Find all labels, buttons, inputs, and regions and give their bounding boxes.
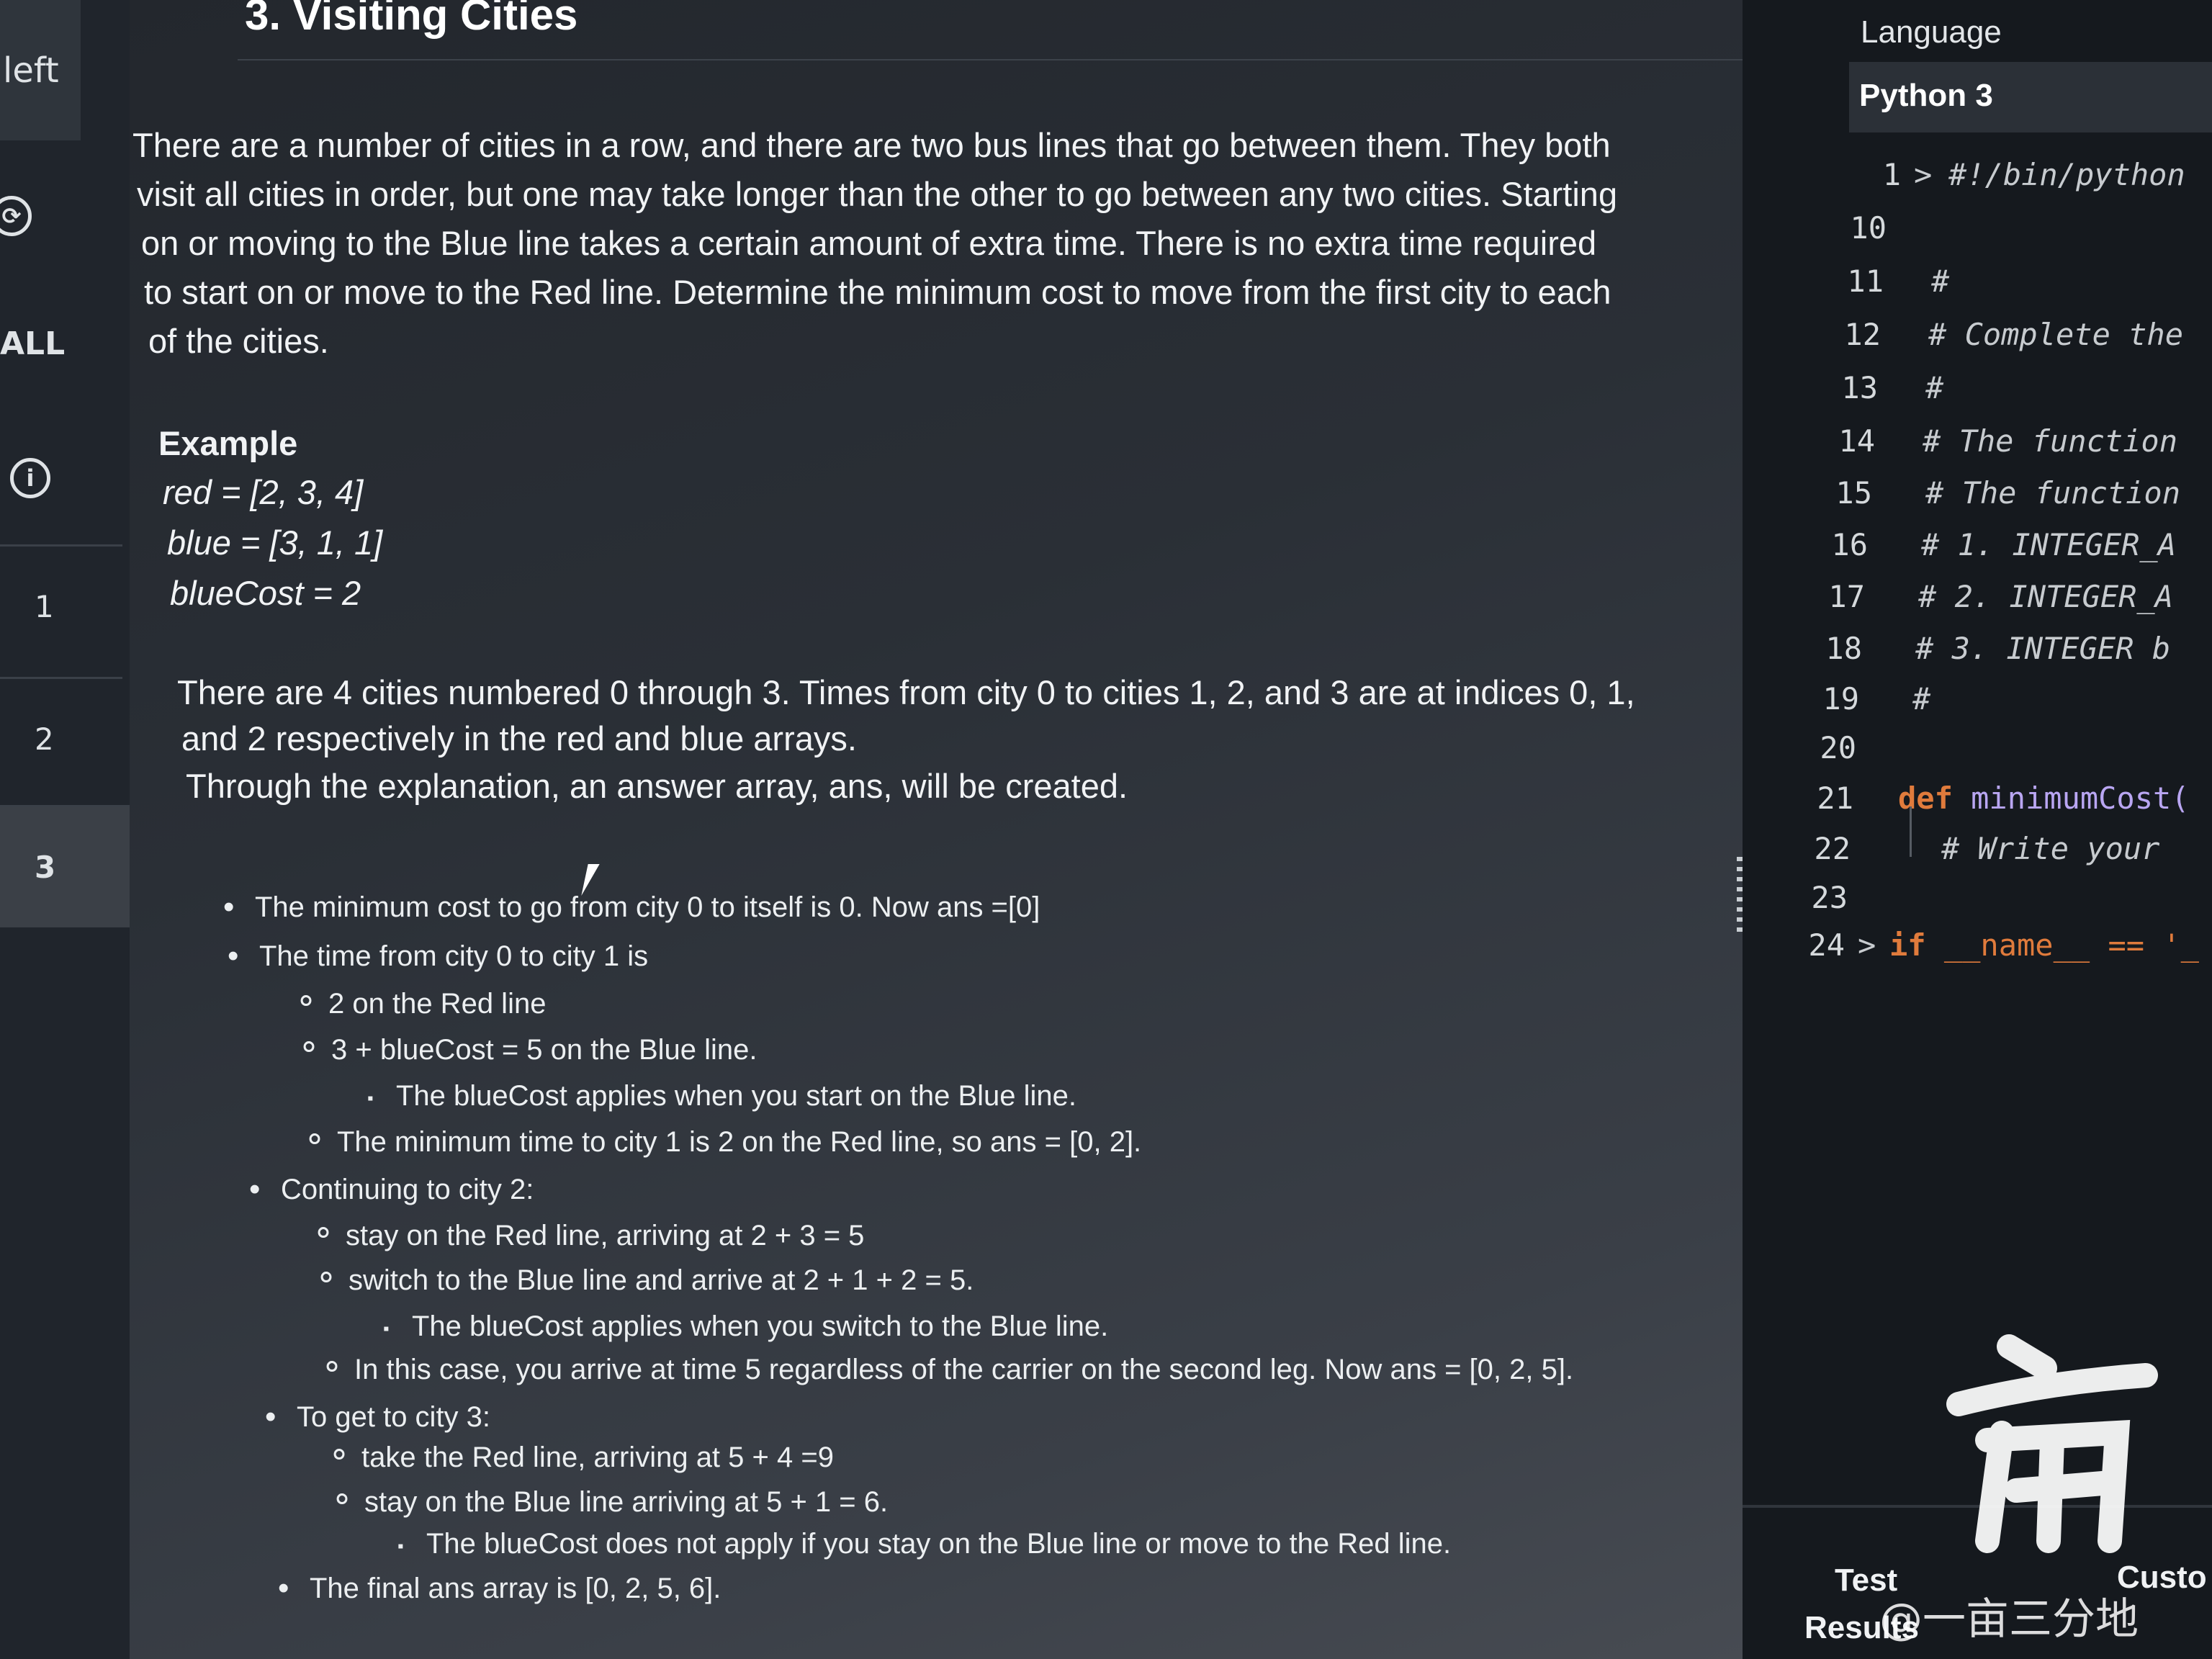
line-number: 12	[1844, 317, 1881, 352]
left-sidebar: left ⟳ ALL i 1 2 3	[0, 0, 131, 1659]
example-blue: blue = [3, 1, 1]	[167, 523, 383, 562]
code-line: #!/bin/python	[1948, 157, 2185, 192]
explanation-line: Through the explanation, an answer array…	[186, 767, 1128, 805]
code-line: #	[1925, 370, 1944, 405]
code-line: # 2. INTEGER_A	[1918, 579, 2174, 614]
info-icon[interactable]: i	[10, 458, 50, 498]
code-line: # 3. INTEGER b	[1915, 631, 2171, 666]
line-number: 22	[1814, 831, 1851, 866]
code-line: # The function	[1925, 475, 2181, 511]
line-number: 24	[1808, 927, 1845, 963]
line-number: 13	[1841, 370, 1878, 405]
code-line: #	[1912, 681, 1931, 716]
code-line: #	[1931, 264, 1950, 299]
language-label: Language	[1861, 14, 2002, 50]
example-heading: Example	[158, 424, 298, 462]
line-number: 11	[1847, 264, 1884, 299]
sidebar-question-2[interactable]: 2	[0, 677, 122, 799]
list-item: take the Red line, arriving at 5 + 4 =9	[328, 1433, 834, 1479]
code-line: # The function	[1923, 423, 2178, 459]
problem-title: 3. Visiting Cities	[245, 0, 578, 39]
fold-chevron-icon[interactable]: >	[1914, 157, 1932, 192]
sidebar-top-label: left	[3, 50, 59, 91]
language-select-value: Python 3	[1859, 78, 1993, 113]
list-item: 3 + blueCost = 5 on the Blue line.	[298, 1025, 757, 1071]
line-number: 10	[1850, 210, 1887, 246]
line-number: 17	[1828, 579, 1865, 614]
list-item: switch to the Blue line and arrive at 2 …	[315, 1256, 974, 1302]
list-item: The minimum cost to go from city 0 to it…	[223, 886, 1040, 929]
code-line: # Complete the	[1928, 317, 2184, 352]
problem-statement-pane: 3. Visiting Cities There are a number of…	[130, 0, 1829, 1659]
list-item: In this case, you arrive at time 5 regar…	[321, 1345, 1573, 1391]
sidebar-question-1[interactable]: 1	[0, 544, 122, 667]
code-line: def minimumCost(	[1898, 781, 2190, 816]
line-number: 23	[1811, 880, 1848, 915]
list-item: The time from city 0 to city 1 is	[228, 935, 648, 978]
list-item: stay on the Red line, arriving at 2 + 3 …	[313, 1211, 864, 1257]
sidebar-top-tab[interactable]: left	[0, 0, 81, 140]
list-item: The minimum time to city 1 is 2 on the R…	[304, 1118, 1141, 1164]
intro-line: to start on or move to the Red line. Det…	[144, 273, 1611, 311]
list-item: To get to city 3:	[265, 1395, 490, 1439]
code-line: # Write your	[1941, 831, 2160, 866]
code-line: if __name__ == '_	[1889, 927, 2199, 963]
indent-guide	[1910, 806, 1912, 857]
list-item: The blueCost applies when you switch to …	[383, 1305, 1108, 1351]
intro-line: on or moving to the Blue line takes a ce…	[141, 224, 1597, 262]
intro-line: visit all cities in order, but one may t…	[137, 175, 1618, 213]
line-number: 16	[1831, 527, 1868, 562]
line-number: 15	[1835, 475, 1872, 511]
example-red: red = [2, 3, 4]	[163, 473, 364, 511]
explanation-line: and 2 respectively in the red and blue a…	[181, 719, 857, 757]
title-divider	[238, 59, 1829, 60]
line-number: 20	[1820, 730, 1856, 765]
sidebar-all-label[interactable]: ALL	[0, 325, 65, 362]
line-number: 1	[1882, 157, 1901, 192]
question-number: 2	[35, 721, 54, 757]
language-select[interactable]: Python 3	[1849, 62, 2212, 132]
code-line: # 1. INTEGER_A	[1921, 527, 2177, 562]
line-number: 21	[1817, 781, 1853, 816]
question-number: 3	[35, 850, 56, 885]
list-item: The blueCost applies when you start on t…	[367, 1074, 1076, 1120]
intro-line: There are a number of cities in a row, a…	[132, 126, 1611, 164]
line-number: 14	[1838, 423, 1875, 459]
list-item: The final ans array is [0, 2, 5, 6].	[278, 1567, 721, 1610]
line-number: 19	[1822, 681, 1859, 716]
explanation-line: There are 4 cities numbered 0 through 3.…	[177, 673, 1635, 711]
question-number: 1	[35, 589, 54, 624]
watermark-text: @一亩三分地	[1879, 1594, 2139, 1645]
list-item: The blueCost does not apply if you stay …	[397, 1522, 1451, 1568]
list-item: Continuing to city 2:	[249, 1168, 534, 1211]
refresh-icon[interactable]: ⟳	[0, 196, 32, 236]
list-item: stay on the Blue line arriving at 5 + 1 …	[331, 1478, 888, 1524]
example-bluecost: blueCost = 2	[170, 574, 361, 612]
fold-chevron-icon[interactable]: >	[1858, 927, 1876, 963]
sidebar-question-3[interactable]: 3	[0, 805, 131, 927]
list-item: 2 on the Red line	[295, 979, 547, 1025]
line-number: 18	[1825, 631, 1862, 666]
watermark-logo-icon	[1946, 1334, 2158, 1553]
intro-line: of the cities.	[148, 322, 329, 360]
